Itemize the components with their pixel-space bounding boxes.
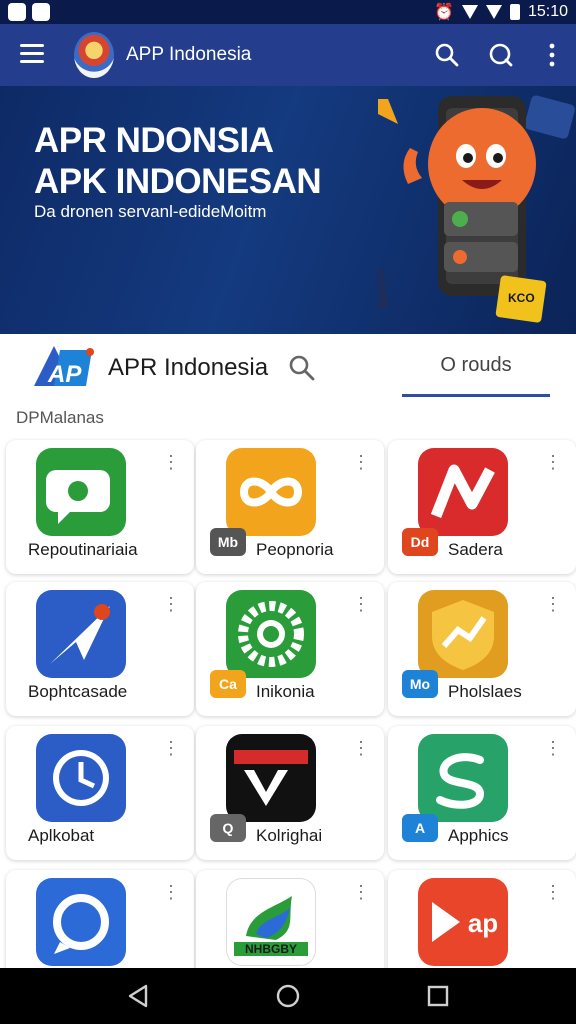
more-options-icon[interactable]: ⋮ xyxy=(350,883,372,906)
app-name: Bophtcasade xyxy=(28,682,128,701)
chat-ring-icon xyxy=(36,878,126,966)
s-swoosh-icon xyxy=(418,734,508,822)
app-name: Sadera xyxy=(448,540,503,559)
hero-title-line2: APK INDONESAN xyxy=(34,162,322,201)
hero-subtitle: Da dronen servanl-edideMoitm xyxy=(34,202,267,221)
v-logo-icon xyxy=(226,734,316,822)
search-icon[interactable] xyxy=(434,42,460,68)
more-options-icon[interactable]: ⋮ xyxy=(350,453,372,476)
apr-logo-icon: AP xyxy=(34,346,94,388)
help-search-icon[interactable] xyxy=(488,42,514,68)
store-title: APR Indonesia xyxy=(108,354,269,381)
more-options-icon[interactable]: ⋮ xyxy=(542,595,564,618)
app-logo xyxy=(74,32,114,78)
app-badge: A xyxy=(402,814,438,842)
flame-icon: NHBGBY xyxy=(226,878,316,966)
status-bar: ⏰ 15:10 xyxy=(0,0,576,24)
more-options-icon[interactable]: ⋮ xyxy=(542,883,564,906)
app-card[interactable]: Repoutinariaia ⋮ xyxy=(6,440,194,574)
hero-banner[interactable]: APR NDONSIA APK INDONESAN Da dronen serv… xyxy=(0,86,576,334)
search-row: AP APR Indonesia O rouds xyxy=(0,334,576,402)
section-label: DPMalanas xyxy=(16,408,104,427)
app-icon-label: NHBGBY xyxy=(244,942,297,956)
app-badge: Mo xyxy=(402,670,438,698)
wifi-icon xyxy=(461,5,478,19)
more-options-icon[interactable]: ⋮ xyxy=(542,739,564,762)
signal-icon xyxy=(485,5,502,19)
alarm-icon: ⏰ xyxy=(434,4,454,21)
more-vert-icon[interactable] xyxy=(544,42,560,68)
navigation-bar xyxy=(0,968,576,1024)
app-card[interactable]: A Apphics ⋮ xyxy=(388,726,576,860)
tab-indicator xyxy=(402,394,550,397)
n-letter-icon xyxy=(418,448,508,536)
app-title: APP Indonesia xyxy=(126,44,252,65)
chat-bubble-icon xyxy=(36,448,126,536)
shield-chart-icon xyxy=(418,590,508,678)
app-name: Aplkobat xyxy=(28,826,95,845)
messenger-icon xyxy=(32,3,50,21)
app-card[interactable]: Mb Peopnoria ⋮ xyxy=(196,440,384,574)
play-icon: ap xyxy=(418,878,508,966)
more-options-icon[interactable]: ⋮ xyxy=(350,739,372,762)
hero-title-line1: APR NDONSIA xyxy=(34,121,274,160)
more-options-icon[interactable]: ⋮ xyxy=(160,739,182,762)
app-icon-label: ap xyxy=(467,908,499,938)
infinity-icon xyxy=(226,448,316,536)
more-options-icon[interactable]: ⋮ xyxy=(160,595,182,618)
app-name: Peopnoria xyxy=(256,540,334,559)
more-options-icon[interactable]: ⋮ xyxy=(350,595,372,618)
home-icon[interactable] xyxy=(274,982,302,1010)
app-card[interactable]: Bophtcasade ⋮ xyxy=(6,582,194,716)
more-options-icon[interactable]: ⋮ xyxy=(160,883,182,906)
app-name: Kolrighai xyxy=(256,826,323,845)
app-badge: Ca xyxy=(210,670,246,698)
app-card[interactable]: Aplkobat ⋮ xyxy=(6,726,194,860)
app-name: Pholslaes xyxy=(448,682,522,701)
gear-icon xyxy=(226,590,316,678)
app-bar: APP Indonesia xyxy=(0,24,576,86)
tab-tools[interactable]: O rouds xyxy=(402,354,550,377)
app-card[interactable]: Ca Inikonia ⋮ xyxy=(196,582,384,716)
app-card[interactable]: Mo Pholslaes ⋮ xyxy=(388,582,576,716)
notification-icon xyxy=(8,3,26,21)
app-name: Inikonia xyxy=(256,682,315,701)
mascot-phone-illustration: KCO xyxy=(378,95,575,323)
app-name: Repoutinariaia xyxy=(28,540,138,559)
apr-logo-text: AP xyxy=(47,361,82,388)
hero-title: APR NDONSIA APK INDONESAN xyxy=(34,120,322,202)
back-icon[interactable] xyxy=(124,982,152,1010)
app-badge: Q xyxy=(210,814,246,842)
app-card[interactable]: Q Kolrighai ⋮ xyxy=(196,726,384,860)
more-options-icon[interactable]: ⋮ xyxy=(160,453,182,476)
app-name: Apphics xyxy=(448,826,509,845)
mascot-badge-text: KCO xyxy=(508,291,535,305)
search-icon[interactable] xyxy=(288,354,316,382)
app-badge: Dd xyxy=(402,528,438,556)
app-badge: Mb xyxy=(210,528,246,556)
battery-icon xyxy=(509,4,520,20)
clock-icon xyxy=(36,734,126,822)
recents-icon[interactable] xyxy=(424,982,452,1010)
clock-time: 15:10 xyxy=(527,3,568,20)
paper-plane-icon xyxy=(36,590,126,678)
app-card[interactable]: Dd Sadera ⋮ xyxy=(388,440,576,574)
menu-icon[interactable] xyxy=(20,44,44,64)
more-options-icon[interactable]: ⋮ xyxy=(542,453,564,476)
